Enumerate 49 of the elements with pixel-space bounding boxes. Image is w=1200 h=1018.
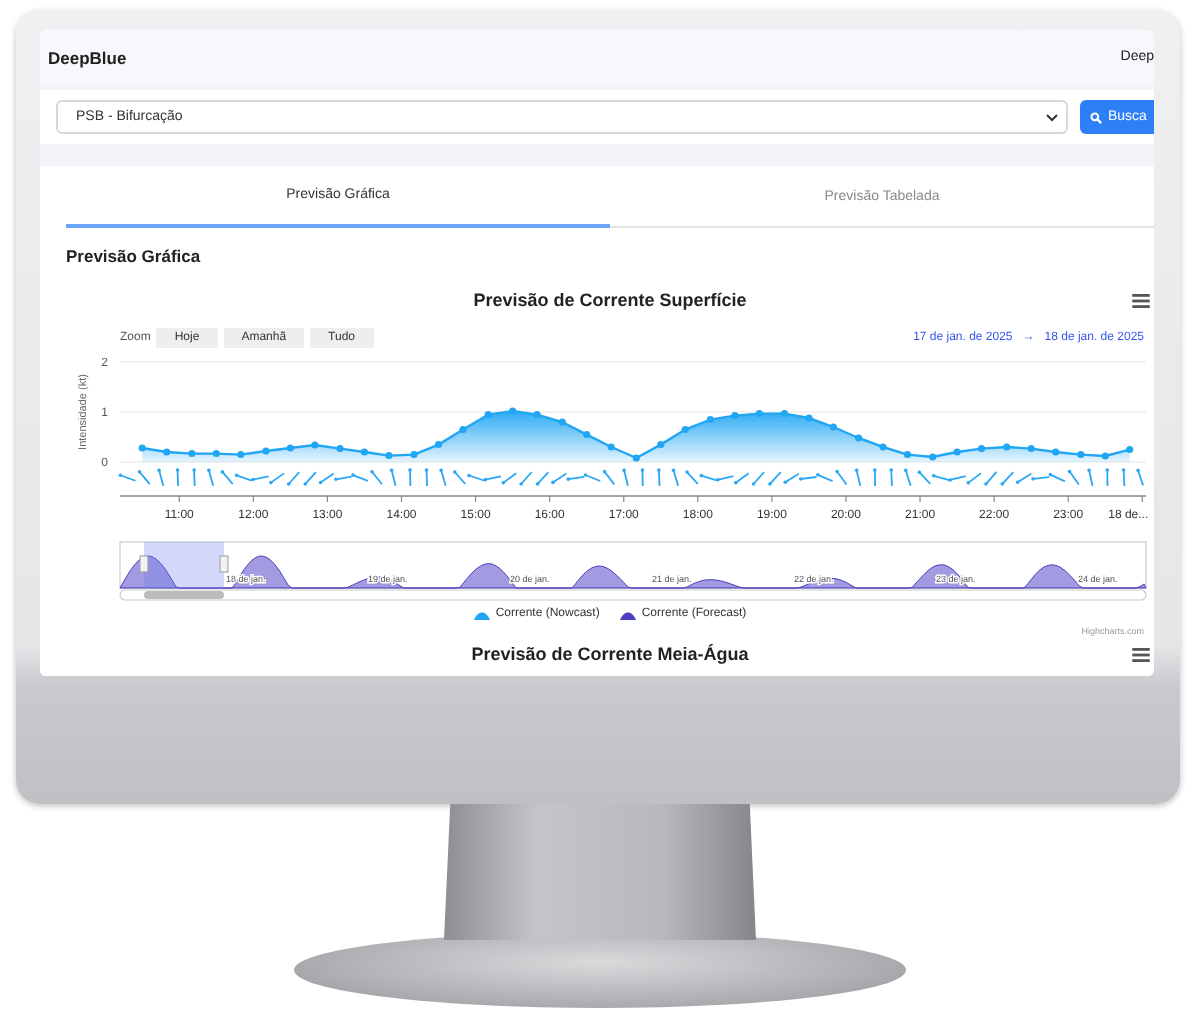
- data-point: [780, 409, 789, 418]
- data-point: [829, 423, 837, 431]
- menu-icon[interactable]: [1132, 646, 1150, 666]
- section-title: Previsão Gráfica: [66, 246, 201, 266]
- data-point: [607, 443, 615, 451]
- data-point: [262, 447, 270, 455]
- data-point: [681, 425, 689, 434]
- data-point: [706, 415, 714, 424]
- data-point: [336, 444, 344, 453]
- data-point: [1126, 445, 1134, 454]
- data-point: [484, 410, 492, 419]
- data-point: [1052, 448, 1060, 456]
- data-point: [138, 444, 146, 452]
- app-brand: DeepBlue: [48, 47, 127, 67]
- data-point: [558, 418, 566, 426]
- scrollbar[interactable]: [119, 589, 1147, 601]
- data-point: [533, 410, 541, 419]
- data-point: [903, 450, 912, 459]
- data-point: [188, 449, 196, 458]
- data-point: [583, 430, 591, 439]
- data-point: [311, 441, 319, 449]
- data-point: [1027, 444, 1035, 453]
- chevron-icon: [1046, 113, 1058, 121]
- data-point: [360, 448, 369, 456]
- data-point: [410, 450, 418, 459]
- data-point: [879, 443, 887, 451]
- menu-icon[interactable]: [1132, 292, 1150, 312]
- data-point: [385, 451, 393, 460]
- data-point: [237, 450, 245, 459]
- data-point: [286, 444, 294, 452]
- data-point: [805, 414, 813, 422]
- data-point: [212, 449, 220, 458]
- data-point: [1077, 450, 1085, 459]
- data-point: [632, 454, 640, 462]
- data-point: [929, 453, 937, 461]
- data-point: [509, 407, 517, 415]
- data-point: [731, 411, 739, 420]
- data-point: [459, 425, 467, 434]
- chart-title: Previsão de Corrente Meia-Água: [471, 644, 749, 664]
- data-point: [977, 444, 986, 453]
- data-point: [434, 440, 443, 449]
- data-point: [1003, 443, 1011, 451]
- data-point: [657, 440, 665, 449]
- chart-title: Previsão de Corrente Superfície: [473, 290, 747, 310]
- search-icon: [1090, 111, 1102, 123]
- data-point: [163, 448, 171, 456]
- data-point: [1101, 452, 1109, 460]
- data-point: [953, 448, 961, 456]
- data-point: [854, 434, 863, 442]
